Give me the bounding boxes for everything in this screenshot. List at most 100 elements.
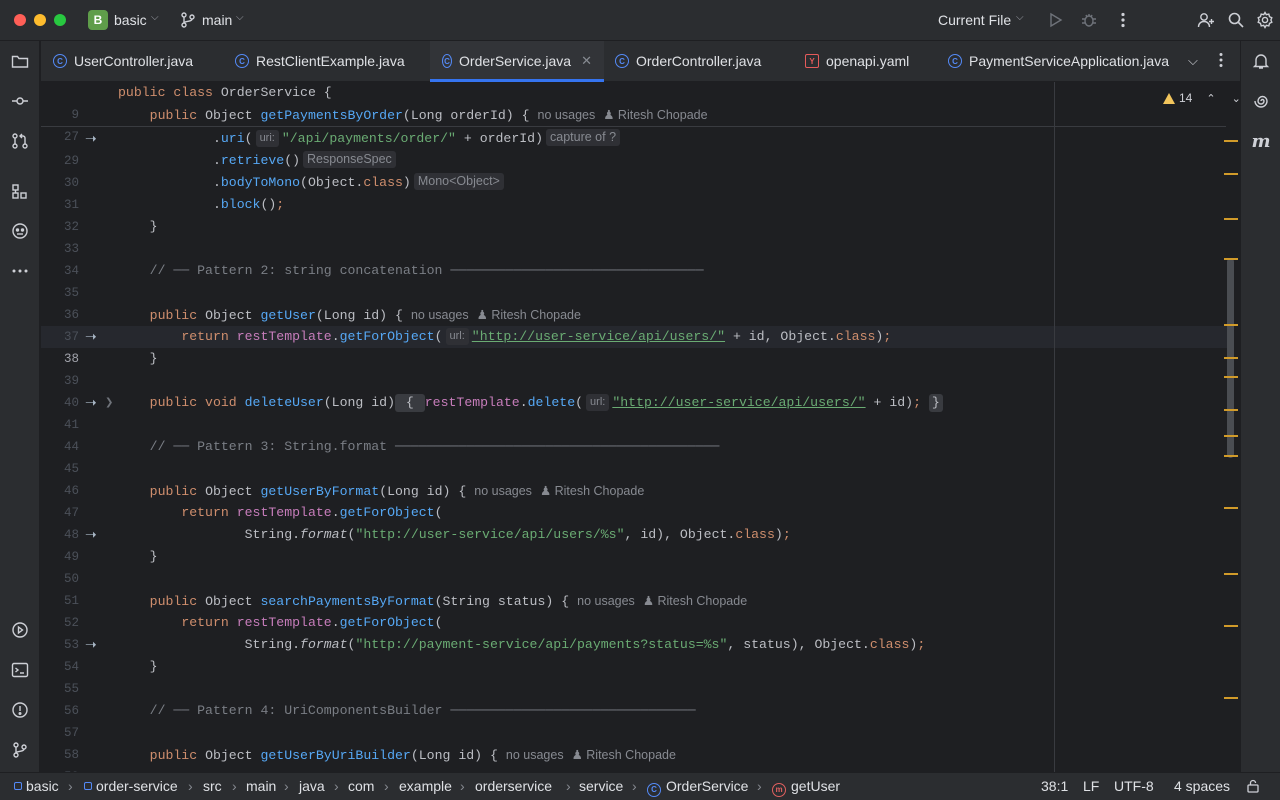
chevron-down-icon: ⌵ [1016, 12, 1024, 23]
chevron-down-icon: ⌵ [236, 12, 244, 23]
add-user-icon[interactable] [1196, 10, 1216, 30]
inspection-widget[interactable]: 14 ⌃ ⌄ [1163, 88, 1240, 108]
run-services-icon[interactable] [10, 620, 30, 640]
warning-stripe-mark[interactable] [1224, 507, 1238, 509]
breadcrumb-item[interactable]: orderservice [475, 778, 552, 794]
tab-order-service[interactable]: C OrderService.java ✕ [430, 41, 604, 82]
code-line: 46 [63, 484, 79, 498]
endpoint-arrow-icon[interactable]: ➝ [85, 326, 97, 348]
warning-stripe-mark[interactable] [1224, 409, 1238, 411]
search-icon[interactable] [1226, 10, 1246, 30]
structure-icon[interactable] [10, 182, 30, 202]
commit-icon[interactable] [10, 91, 30, 111]
warning-stripe-mark[interactable] [1224, 455, 1238, 457]
warning-stripe-mark[interactable] [1224, 357, 1238, 359]
java-class-icon: C [615, 54, 629, 68]
tab-label: UserController.java [74, 53, 194, 69]
line-separator[interactable]: LF [1083, 778, 1099, 794]
project-selector[interactable]: basic [114, 12, 147, 28]
notifications-icon[interactable] [1251, 51, 1271, 71]
code-line: 58 [63, 748, 79, 762]
terminal-icon[interactable] [10, 660, 30, 680]
fold-chevron-icon[interactable]: ❯ [105, 392, 113, 414]
breadcrumb-item[interactable]: basic [14, 778, 59, 794]
folder-icon[interactable] [10, 51, 30, 71]
warning-stripe-mark[interactable] [1224, 435, 1238, 437]
git-icon[interactable] [10, 740, 30, 760]
warning-stripe-mark[interactable] [1224, 324, 1238, 326]
warning-stripe-mark[interactable] [1224, 625, 1238, 627]
warning-stripe-mark[interactable] [1224, 140, 1238, 142]
code-line: 50 } [63, 549, 158, 586]
code-line: 40 [63, 396, 79, 410]
run-config-selector[interactable]: Current File [938, 12, 1011, 28]
chevron-up-icon[interactable]: ⌃ [1206, 92, 1215, 105]
tab-payment-service-application[interactable]: C PaymentServiceApplication.java [948, 41, 1169, 81]
tab-rest-client-example[interactable]: C RestClientExample.java [235, 41, 405, 81]
warning-stripe-mark[interactable] [1224, 376, 1238, 378]
breadcrumb-separator-icon: › [188, 778, 193, 794]
kebab-icon[interactable] [1214, 51, 1228, 72]
debug-icon[interactable] [1079, 10, 1099, 30]
file-encoding[interactable]: UTF-8 [1114, 778, 1154, 794]
tab-label: PaymentServiceApplication.java [969, 53, 1169, 69]
warning-stripe-mark[interactable] [1224, 218, 1238, 220]
endpoint-arrow-icon[interactable]: ➝ [85, 392, 97, 414]
pull-request-icon[interactable] [10, 131, 30, 151]
m-plugin-icon[interactable]: m [1251, 131, 1271, 152]
module-icon [84, 782, 92, 790]
breadcrumb-item[interactable]: example [399, 778, 452, 794]
endpoint-arrow-icon[interactable]: ➝ [85, 128, 97, 150]
code-line: 37 public Object getUser(Long id) {no us… [63, 308, 581, 344]
breadcrumb-item[interactable]: C OrderService [647, 778, 748, 797]
endpoint-arrow-icon[interactable]: ➝ [85, 634, 97, 656]
breadcrumb-item[interactable]: main [246, 778, 276, 794]
project-badge[interactable]: B [88, 10, 108, 30]
breadcrumb-item[interactable]: service [579, 778, 623, 794]
breadcrumb-item[interactable]: java [299, 778, 325, 794]
breadcrumb-item[interactable]: order-service [84, 778, 178, 794]
tab-user-controller[interactable]: C UserController.java [53, 41, 193, 81]
close-window-button[interactable] [14, 14, 26, 26]
tab-order-controller[interactable]: C OrderController.java [615, 41, 761, 81]
code-line: 33 } [63, 219, 158, 256]
status-bar: basic › order-service › src › main › jav… [0, 772, 1280, 800]
module-icon [14, 782, 22, 790]
warning-stripe-mark[interactable] [1224, 697, 1238, 699]
sticky-lines-separator [41, 126, 1226, 127]
lock-icon[interactable] [1246, 779, 1260, 796]
breadcrumb-item[interactable]: m getUser [772, 778, 840, 797]
breadcrumb-separator-icon: › [757, 778, 762, 794]
code-line: 31 .bodyToMono(Object.class) Mono<Object> [41, 172, 1221, 212]
chevron-down-icon[interactable]: ⌄ [1232, 92, 1240, 105]
chevron-down-icon[interactable]: ⌵ [1188, 53, 1198, 69]
breadcrumb-item[interactable]: src [203, 778, 222, 794]
java-class-icon: C [53, 54, 67, 68]
code-line-current: 38 ➝ return restTemplate.getForObject(ur… [41, 326, 1221, 366]
close-icon[interactable]: ✕ [581, 53, 592, 69]
code-line: 35 // ── Pattern 2: string concatenation… [63, 263, 704, 300]
minimize-window-button[interactable] [34, 14, 46, 26]
indent-setting[interactable]: 4 spaces [1174, 778, 1230, 794]
branch-selector[interactable]: main [202, 12, 232, 28]
breadcrumb-separator-icon: › [284, 778, 289, 794]
endpoint-arrow-icon[interactable]: ➝ [85, 524, 97, 546]
caret-position[interactable]: 38:1 [1041, 778, 1068, 794]
warning-stripe-mark[interactable] [1224, 258, 1238, 260]
method-icon: m [772, 783, 786, 797]
warning-stripe-mark[interactable] [1224, 173, 1238, 175]
settings-icon[interactable] [1255, 10, 1275, 30]
plugins-icon[interactable] [10, 221, 30, 241]
code-editor[interactable]: 9 public class OrderService { 27 public … [41, 82, 1240, 772]
warning-stripe-mark[interactable] [1224, 573, 1238, 575]
run-icon[interactable] [1045, 10, 1065, 30]
kebab-icon[interactable] [1113, 10, 1133, 30]
ai-spiral-icon[interactable] [1251, 91, 1271, 111]
code-line: 30 .retrieve() ResponseSpec [41, 150, 1221, 190]
tab-label: RestClientExample.java [256, 53, 405, 69]
problems-icon[interactable] [10, 700, 30, 720]
more-icon[interactable] [10, 261, 30, 281]
zoom-window-button[interactable] [54, 14, 66, 26]
breadcrumb-item[interactable]: com [348, 778, 374, 794]
tab-openapi-yaml[interactable]: Y openapi.yaml [805, 41, 909, 81]
